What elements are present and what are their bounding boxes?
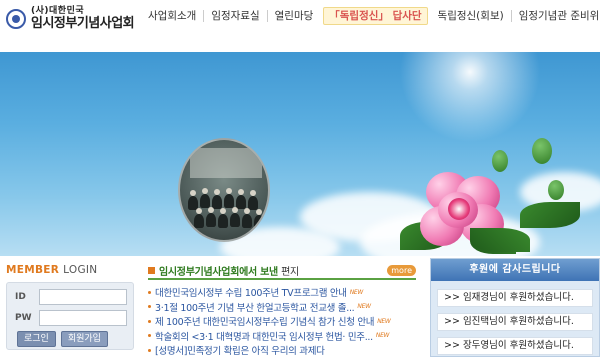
password-input[interactable] xyxy=(39,310,127,326)
site-logo[interactable]: (사)대한민국 임시정부기념사업회 xyxy=(6,6,135,31)
join-button[interactable]: 회원가입 xyxy=(60,331,108,347)
new-badge: NEW xyxy=(357,303,371,311)
login-button[interactable]: 로그인 xyxy=(17,331,56,347)
newsletter-title: 임시정부기념사업회에서 보낸 편지 xyxy=(159,266,299,278)
login-panel: MEMBER LOGIN ID PW 로그인 회원가입 xyxy=(6,264,140,350)
flower-bud xyxy=(492,150,508,172)
login-heading: MEMBER LOGIN xyxy=(6,264,98,276)
new-badge: NEW xyxy=(377,317,391,325)
site-header: (사)대한민국 임시정부기념사업회 사업회소개 임정자료실 열린마당 「독립정신… xyxy=(0,0,600,48)
main-banner xyxy=(0,52,600,256)
nav-item-newsletter[interactable]: 독립정신(회보) xyxy=(431,10,511,22)
list-item: >> 임재경님이 후원하셨습니다. xyxy=(437,289,593,307)
nav-item-archive[interactable]: 임정자료실 xyxy=(203,10,266,22)
bullet-icon xyxy=(148,290,151,294)
bullet-icon xyxy=(148,266,155,274)
list-item: >> 임진택님이 후원하셨습니다. xyxy=(437,313,593,331)
main-nav: 사업회소개 임정자료실 열린마당 「독립정신」 답사단 독립정신(회보) 임정기… xyxy=(148,7,600,25)
leaf xyxy=(470,228,530,252)
donor-list: >> 임재경님이 후원하셨습니다. >> 임진택님이 후원하셨습니다. >> 장… xyxy=(431,281,599,355)
logo-subtitle: (사)대한민국 xyxy=(31,6,85,16)
pw-label: PW xyxy=(15,313,32,323)
emblem-icon xyxy=(6,8,26,29)
bottom-section: MEMBER LOGIN ID PW 로그인 회원가입 임시정부기념사업회에서 … xyxy=(0,258,600,357)
nav-item-memorial-committee[interactable]: 임정기념관 준비위 xyxy=(510,10,600,22)
list-item[interactable]: 3·1절 100주년 기념 부산 한얼고등학교 전교생 졸... NEW xyxy=(148,300,416,315)
more-button[interactable]: more xyxy=(387,265,416,276)
bullet-icon xyxy=(148,348,151,352)
bullet-icon xyxy=(148,334,151,338)
flower-bud xyxy=(548,180,564,200)
list-item[interactable]: 제 100주년 대한민국임시정부수립 기념식 참가 신청 안내 NEW xyxy=(148,314,416,329)
historic-group-photo xyxy=(178,138,270,242)
list-item[interactable]: 학술회의 <3·1 대혁명과 대한민국 임시정부 헌법· 민주... NEW xyxy=(148,329,416,344)
list-item[interactable]: 대한민국임시정부 수립 100주년 TV프로그램 안내 NEW xyxy=(148,285,416,300)
new-badge: NEW xyxy=(375,332,390,340)
nav-item-field-trip[interactable]: 「독립정신」 답사단 xyxy=(323,7,428,25)
id-input[interactable] xyxy=(39,289,127,305)
bullet-icon xyxy=(148,319,151,323)
donor-thanks-title: 후원에 감사드립니다 xyxy=(431,259,599,281)
newsletter-list: 대한민국임시정부 수립 100주년 TV프로그램 안내 NEW 3·1절 100주… xyxy=(148,285,416,357)
new-badge: NEW xyxy=(349,288,364,296)
leaf xyxy=(520,202,580,228)
donor-thanks-panel: 후원에 감사드립니다 >> 임재경님이 후원하셨습니다. >> 임진택님이 후원… xyxy=(430,258,600,357)
nav-item-about[interactable]: 사업회소개 xyxy=(148,10,203,22)
id-label: ID xyxy=(15,292,26,302)
logo-title: 임시정부기념사업회 xyxy=(31,16,135,31)
list-item: >> 장두영님이 후원하셨습니다. xyxy=(437,337,593,355)
flower-bud xyxy=(532,138,552,164)
list-item[interactable]: [성명서]민족정기 확립은 아직 우리의 과제다 xyxy=(148,343,416,357)
newsletter-panel: 임시정부기념사업회에서 보낸 편지 more 대한민국임시정부 수립 100주년… xyxy=(148,262,416,357)
login-box: ID PW 로그인 회원가입 xyxy=(6,282,134,350)
bullet-icon xyxy=(148,305,151,309)
nav-item-open-forum[interactable]: 열린마당 xyxy=(266,10,321,22)
